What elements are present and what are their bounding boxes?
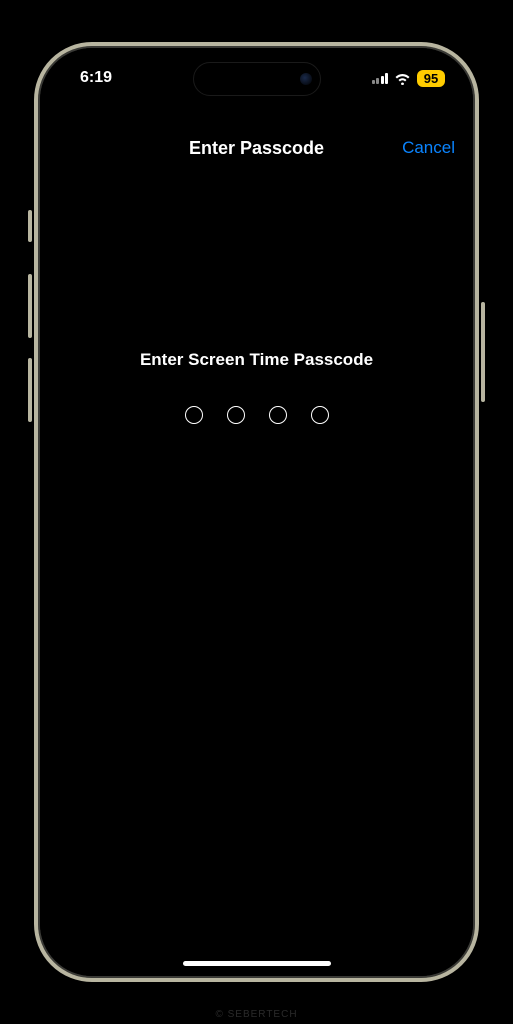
watermark: © SEBERTECH — [215, 1009, 297, 1020]
passcode-prompt: Enter Screen Time Passcode — [140, 350, 373, 370]
phone-frame: 6:19 95 — [34, 42, 479, 982]
front-camera — [300, 73, 312, 85]
mute-switch[interactable] — [28, 210, 32, 242]
volume-down-button[interactable] — [28, 358, 32, 422]
power-button[interactable] — [481, 302, 485, 402]
passcode-digit-1 — [185, 406, 203, 424]
status-time: 6:19 — [68, 63, 112, 87]
passcode-input[interactable] — [185, 406, 329, 424]
home-indicator[interactable] — [183, 961, 331, 966]
cellular-icon — [372, 73, 389, 84]
passcode-digit-3 — [269, 406, 287, 424]
volume-up-button[interactable] — [28, 274, 32, 338]
page-title: Enter Passcode — [189, 138, 324, 159]
passcode-digit-2 — [227, 406, 245, 424]
battery-level-badge: 95 — [417, 70, 445, 87]
cancel-button[interactable]: Cancel — [402, 138, 455, 158]
dynamic-island — [193, 62, 321, 96]
wifi-icon — [394, 72, 411, 85]
nav-bar: Enter Passcode Cancel — [40, 126, 473, 170]
passcode-digit-4 — [311, 406, 329, 424]
